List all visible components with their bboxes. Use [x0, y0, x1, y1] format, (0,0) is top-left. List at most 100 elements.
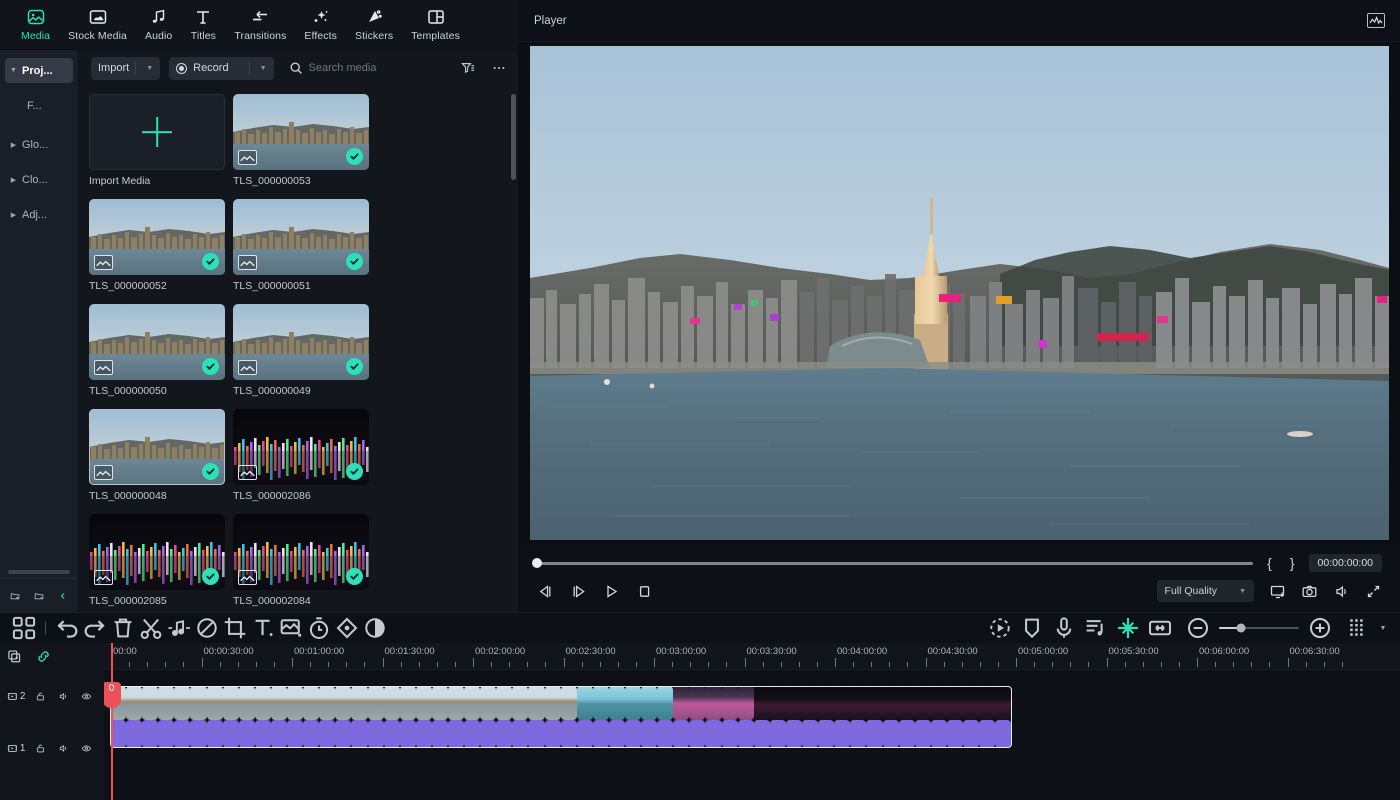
render-play-icon[interactable]	[986, 617, 1014, 639]
progress-handle[interactable]	[532, 558, 542, 568]
track-header-2[interactable]: 2	[0, 670, 104, 722]
media-thumbnail[interactable]	[233, 409, 369, 485]
freeze-frame-icon[interactable]	[277, 617, 305, 639]
media-thumbnail[interactable]	[233, 514, 369, 590]
folder-plus-icon[interactable]	[10, 588, 20, 604]
speaker-icon[interactable]	[58, 689, 69, 704]
step-backward-icon[interactable]	[537, 583, 554, 600]
selected-check-icon[interactable]	[202, 568, 219, 585]
speaker-icon[interactable]	[58, 741, 69, 756]
tab-media[interactable]: Media	[12, 5, 59, 44]
audio-mixer-icon[interactable]	[1082, 617, 1110, 639]
media-item[interactable]: TLS_000000049	[233, 304, 369, 397]
track-view-icon[interactable]	[1344, 617, 1372, 639]
waveform-scope-icon[interactable]	[1367, 13, 1385, 28]
import-media-dropzone[interactable]	[89, 94, 225, 170]
media-item[interactable]: TLS_000000048	[89, 409, 225, 502]
media-item[interactable]: TLS_000002084	[233, 514, 369, 607]
filter-sort-icon[interactable]	[461, 61, 475, 75]
tab-audio[interactable]: Audio	[136, 5, 181, 44]
quality-dropdown[interactable]: Full Quality ▼	[1156, 580, 1254, 602]
sidebar-item-cloud[interactable]: ▶ Clo...	[5, 167, 73, 192]
microphone-icon[interactable]	[1050, 617, 1078, 639]
crop-icon[interactable]	[221, 617, 249, 639]
scissors-icon[interactable]	[137, 617, 165, 639]
zoom-slider-handle[interactable]	[1236, 623, 1246, 633]
timeline-ruler[interactable]: 00:00 00:00:30:00 00:01:00:00 00:01:30:00 00…	[104, 643, 1400, 670]
sidebar-item-project[interactable]: ▼ Proj...	[5, 58, 73, 83]
mask-circle-icon[interactable]	[361, 617, 389, 639]
sidebar-item-adjustment[interactable]: ▶ Adj...	[5, 202, 73, 227]
selected-check-icon[interactable]	[202, 358, 219, 375]
media-thumbnail[interactable]	[89, 409, 225, 485]
search-input[interactable]	[308, 62, 446, 74]
import-dropdown[interactable]: Import ▼	[91, 56, 161, 80]
stop-icon[interactable]	[636, 583, 653, 600]
selected-check-icon[interactable]	[202, 463, 219, 480]
media-item[interactable]: TLS_000002085	[89, 514, 225, 607]
unlock-icon[interactable]	[35, 689, 46, 704]
camera-icon[interactable]	[1301, 583, 1318, 600]
music-split-icon[interactable]	[165, 617, 193, 639]
media-thumbnail[interactable]	[233, 199, 369, 275]
playhead-marker[interactable]: 0	[104, 682, 121, 708]
no-entry-icon[interactable]	[193, 617, 221, 639]
speaker-icon[interactable]	[1333, 583, 1350, 600]
tab-transitions[interactable]: Transitions	[225, 5, 295, 44]
grid-squares-icon[interactable]	[10, 616, 38, 640]
selected-check-icon[interactable]	[346, 568, 363, 585]
folder-minus-icon[interactable]	[34, 588, 44, 604]
media-thumbnail[interactable]	[89, 514, 225, 590]
eye-icon[interactable]	[81, 689, 92, 704]
zoom-in-icon[interactable]	[1306, 617, 1334, 639]
selected-check-icon[interactable]	[346, 148, 363, 165]
media-item[interactable]: TLS_000000053	[233, 94, 369, 187]
video-preview[interactable]	[530, 46, 1389, 540]
fit-width-icon[interactable]	[1146, 617, 1174, 639]
zoom-out-icon[interactable]	[1184, 617, 1212, 639]
media-item[interactable]: TLS_000000050	[89, 304, 225, 397]
unlock-icon[interactable]	[35, 741, 46, 756]
color-tag-icon[interactable]	[333, 617, 361, 639]
tab-effects[interactable]: Effects	[295, 5, 346, 44]
tab-templates[interactable]: Templates	[402, 5, 469, 44]
media-grid-scrollbar[interactable]	[511, 94, 516, 180]
media-item[interactable]: TLS_000000052	[89, 199, 225, 292]
selected-check-icon[interactable]	[346, 358, 363, 375]
selected-check-icon[interactable]	[346, 463, 363, 480]
stopwatch-icon[interactable]	[305, 617, 333, 639]
undo-arrow-icon[interactable]	[53, 617, 81, 639]
link-chain-icon[interactable]	[36, 649, 51, 664]
mark-out-button[interactable]: }	[1286, 555, 1299, 571]
timeline-clip[interactable]	[110, 686, 1012, 748]
snap-magnet-icon[interactable]	[1114, 617, 1142, 639]
playhead[interactable]: 0	[104, 643, 121, 800]
media-thumbnail[interactable]	[89, 304, 225, 380]
sidebar-item-folder[interactable]: F...	[5, 93, 73, 118]
mark-in-button[interactable]: {	[1263, 555, 1276, 571]
player-timecode[interactable]: 00:00:00:00	[1308, 554, 1382, 572]
play-icon[interactable]	[603, 583, 620, 600]
media-grid[interactable]: Import Media TLS_000000053 TLS_000000052…	[79, 86, 518, 612]
media-item[interactable]: TLS_000000051	[233, 199, 369, 292]
timeline-tracks-area[interactable]: 00:00 00:00:30:00 00:01:00:00 00:01:30:00 00…	[104, 643, 1400, 800]
zoom-slider[interactable]	[1219, 623, 1299, 633]
record-dropdown[interactable]: Record ▼	[169, 56, 274, 80]
chevron-down-icon[interactable]: ▼	[1376, 617, 1390, 639]
eye-icon[interactable]	[81, 741, 92, 756]
tab-titles[interactable]: Titles	[181, 5, 225, 44]
expand-arrows-icon[interactable]	[1365, 583, 1382, 600]
selected-check-icon[interactable]	[346, 253, 363, 270]
trash-icon[interactable]	[109, 617, 137, 639]
import-media-tile[interactable]: Import Media	[89, 94, 225, 187]
track-header-1[interactable]: 1	[0, 722, 104, 774]
media-item[interactable]: TLS_000002086	[233, 409, 369, 502]
selected-check-icon[interactable]	[202, 253, 219, 270]
play-bar-icon[interactable]	[570, 583, 587, 600]
sidebar-item-global[interactable]: ▶ Glo...	[5, 132, 73, 157]
media-thumbnail[interactable]	[233, 94, 369, 170]
chevron-left-icon[interactable]	[58, 588, 68, 604]
monitor-download-icon[interactable]	[1269, 583, 1286, 600]
player-progress-slider[interactable]	[532, 558, 1254, 568]
tree-horizontal-scrollbar[interactable]	[8, 570, 70, 574]
